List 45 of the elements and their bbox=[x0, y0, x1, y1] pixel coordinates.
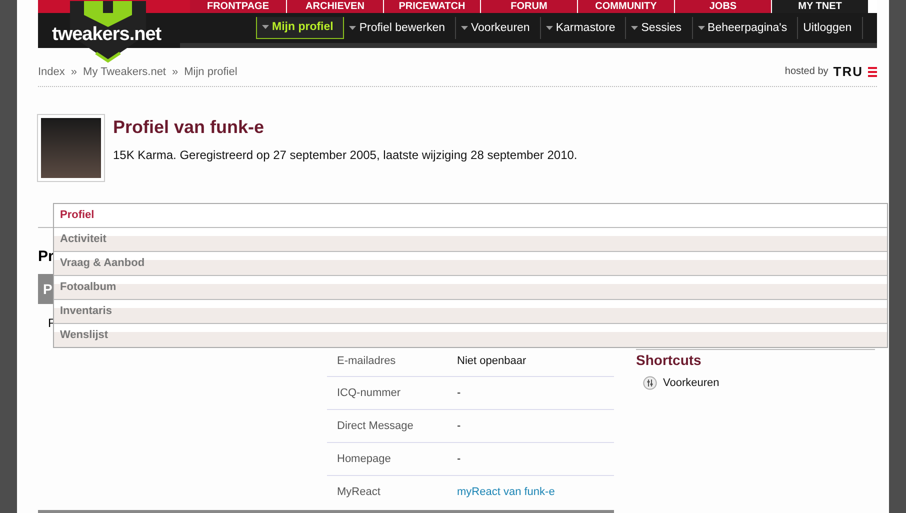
shortcut-link[interactable]: Voorkeuren bbox=[663, 377, 720, 389]
detail-value: Niet openbaar bbox=[457, 355, 526, 367]
site-logo[interactable]: tweakers.net bbox=[38, 24, 238, 46]
shortcuts-heading: Shortcuts bbox=[636, 352, 702, 368]
detail-label: MyReact bbox=[337, 486, 382, 498]
sub-nav-item[interactable]: Sessies bbox=[626, 16, 693, 38]
detail-label: Direct Message bbox=[337, 420, 414, 432]
dropdown-menu-item[interactable]: Wenslijst bbox=[54, 323, 887, 347]
top-nav-tab[interactable]: COMMUNITY bbox=[578, 0, 674, 13]
sub-nav-item[interactable]: Beheerpagina's bbox=[692, 16, 798, 38]
dropdown-menu-item[interactable]: Vraag & Aanbod bbox=[54, 251, 887, 275]
top-nav-tab[interactable]: FRONTPAGE bbox=[190, 0, 286, 13]
dropdown-menu-item[interactable]: Fotoalbum bbox=[54, 275, 887, 299]
dropdown-menu-item[interactable]: Inventaris bbox=[54, 299, 887, 323]
host-logo[interactable]: TRU bbox=[833, 64, 863, 79]
sliders-icon bbox=[643, 376, 657, 390]
dropdown-menu-item[interactable]: Activiteit bbox=[54, 227, 887, 251]
detail-value: - bbox=[457, 453, 461, 465]
detail-label: ICQ-nummer bbox=[337, 387, 402, 399]
sub-nav-item[interactable]: Karmastore bbox=[540, 16, 626, 38]
detail-value: - bbox=[457, 387, 461, 399]
top-nav-tab[interactable]: ARCHIEVEN bbox=[287, 0, 383, 13]
breadcrumb-separator: » bbox=[172, 66, 178, 78]
avatar-photo-placeholder bbox=[38, 115, 104, 181]
top-nav-tab[interactable]: JOBS bbox=[675, 0, 771, 13]
e-bars-icon bbox=[868, 66, 877, 76]
breadcrumb-link[interactable]: Index bbox=[38, 66, 65, 78]
breadcrumb-link[interactable]: Mijn profiel bbox=[184, 66, 238, 78]
breadcrumb-separator: » bbox=[70, 66, 78, 78]
section-heading: Pr bbox=[38, 248, 54, 265]
detail-link[interactable]: myReact van funk-e bbox=[457, 486, 555, 498]
breadcrumb-link[interactable]: My Tweakers.net bbox=[83, 66, 166, 78]
detail-label: Homepage bbox=[337, 453, 392, 465]
detail-label: E-mailadres bbox=[337, 355, 397, 367]
sub-nav-item[interactable]: Profiel bewerken bbox=[344, 16, 456, 38]
top-nav-tab[interactable]: FORUM bbox=[481, 0, 577, 13]
top-nav-tab[interactable]: MY TNET bbox=[772, 0, 868, 13]
sub-nav-item[interactable]: Uitloggen bbox=[798, 16, 863, 38]
top-nav-tab[interactable]: PRICEWATCH bbox=[384, 0, 480, 13]
hosted-by-label: hosted by bbox=[784, 66, 828, 77]
profile-title: Profiel van funk-e bbox=[113, 117, 266, 138]
detail-value: - bbox=[457, 420, 461, 432]
sub-nav-item[interactable]: Voorkeuren bbox=[456, 16, 541, 38]
sub-nav-item[interactable]: Mijn profiel bbox=[256, 16, 344, 38]
profile-summary: 15K Karma. Geregistreerd op 27 september 2005, laatste wijziging 28 september 2010. bbox=[113, 148, 578, 162]
